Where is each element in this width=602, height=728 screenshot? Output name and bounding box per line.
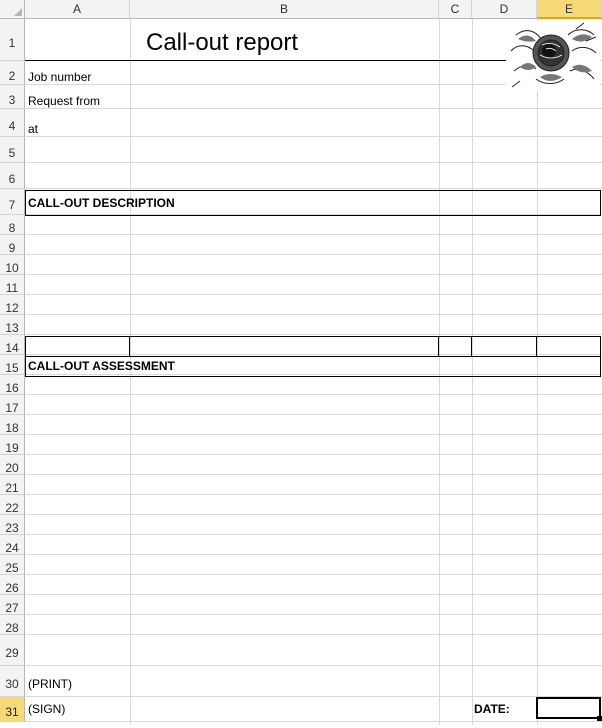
- row-header-4[interactable]: 4: [0, 109, 25, 137]
- row-header-15[interactable]: 15: [0, 355, 25, 375]
- row14-cell-d[interactable]: [471, 336, 537, 357]
- select-all-corner[interactable]: [0, 0, 25, 19]
- row-header-19[interactable]: 19: [0, 435, 25, 455]
- row-gridline: [25, 414, 602, 415]
- cell-grid[interactable]: Call-out report Job number Request from …: [25, 19, 602, 725]
- row-header-8[interactable]: 8: [0, 215, 25, 235]
- row-header-27[interactable]: 27: [0, 595, 25, 615]
- row-gridline: [25, 554, 602, 555]
- row-gridline: [25, 188, 602, 189]
- sign-label: (SIGN): [28, 702, 66, 716]
- row-gridline: [25, 434, 602, 435]
- row14-cell-a[interactable]: [25, 336, 130, 357]
- spreadsheet: A B C D E 1 2 3 4 5 6 7 8 9 10 11 12 13 14 15 16 17 18 19 2…: [0, 0, 602, 725]
- row-header-20[interactable]: 20: [0, 455, 25, 475]
- row-header-30[interactable]: 30: [0, 666, 25, 697]
- row-gridline: [25, 614, 602, 615]
- column-header-e[interactable]: E: [537, 0, 602, 19]
- row-gridline: [25, 274, 602, 275]
- at-label: at: [28, 122, 39, 136]
- description-heading: CALL-OUT DESCRIPTION: [28, 196, 175, 210]
- job-number-label: Job number: [28, 70, 92, 84]
- row-header-17[interactable]: 17: [0, 395, 25, 415]
- row-header-12[interactable]: 12: [0, 295, 25, 315]
- row-gridline: [25, 334, 602, 335]
- date-label: DATE:: [474, 702, 510, 716]
- row-header-10[interactable]: 10: [0, 255, 25, 275]
- row-gridline: [25, 594, 602, 595]
- row-gridline: [25, 574, 602, 575]
- print-label: (PRINT): [28, 677, 72, 691]
- request-from-label: Request from: [28, 94, 101, 108]
- row-header-16[interactable]: 16: [0, 375, 25, 395]
- row-header-14[interactable]: 14: [0, 335, 25, 355]
- row14-cell-c[interactable]: [438, 336, 472, 357]
- row-header-13[interactable]: 13: [0, 315, 25, 335]
- fill-handle[interactable]: [597, 716, 602, 721]
- row-gridline: [25, 454, 602, 455]
- title-underline: [25, 60, 506, 61]
- row14-cell-e[interactable]: [536, 336, 601, 357]
- row-gridline: [25, 665, 602, 666]
- row-gridline: [25, 634, 602, 635]
- row-gridline: [25, 294, 602, 295]
- column-header-d[interactable]: D: [472, 0, 537, 19]
- row-header-11[interactable]: 11: [0, 275, 25, 295]
- row-gridline: [25, 162, 602, 163]
- select-all-triangle-icon: [14, 8, 22, 16]
- column-header-a[interactable]: A: [25, 0, 130, 19]
- row-gridline: [25, 696, 602, 697]
- row-header-9[interactable]: 9: [0, 235, 25, 255]
- row-gridline: [25, 534, 602, 535]
- row14-cell-b[interactable]: [129, 336, 439, 357]
- row-header-23[interactable]: 23: [0, 515, 25, 535]
- row-gridline: [25, 474, 602, 475]
- row-gridline: [25, 394, 602, 395]
- row-gridline: [25, 314, 602, 315]
- flower-engraving-image[interactable]: [506, 21, 600, 91]
- row-gridline: [25, 514, 602, 515]
- row-header-2[interactable]: 2: [0, 61, 25, 85]
- column-header-b[interactable]: B: [130, 0, 439, 19]
- row-header-3[interactable]: 3: [0, 85, 25, 109]
- row-gridline: [25, 108, 602, 109]
- row-gridline: [25, 494, 602, 495]
- row-header-22[interactable]: 22: [0, 495, 25, 515]
- row-header-6[interactable]: 6: [0, 163, 25, 189]
- row-header-29[interactable]: 29: [0, 635, 25, 666]
- row-header-31[interactable]: 31: [0, 697, 25, 722]
- row-header-5[interactable]: 5: [0, 137, 25, 163]
- row-header-1[interactable]: 1: [0, 19, 25, 61]
- row-header-28[interactable]: 28: [0, 615, 25, 635]
- row-gridline: [25, 136, 602, 137]
- row-header-21[interactable]: 21: [0, 475, 25, 495]
- report-title: Call-out report: [146, 29, 299, 56]
- row-gridline: [25, 721, 602, 722]
- column-header-c[interactable]: C: [439, 0, 472, 19]
- row-header-18[interactable]: 18: [0, 415, 25, 435]
- assessment-heading: CALL-OUT ASSESSMENT: [28, 359, 175, 373]
- row-header-7[interactable]: 7: [0, 189, 25, 215]
- row-gridline: [25, 234, 602, 235]
- row-header-25[interactable]: 25: [0, 555, 25, 575]
- row-header-26[interactable]: 26: [0, 575, 25, 595]
- row-header-24[interactable]: 24: [0, 535, 25, 555]
- row-gridline: [25, 254, 602, 255]
- active-cell-e31[interactable]: [536, 697, 601, 719]
